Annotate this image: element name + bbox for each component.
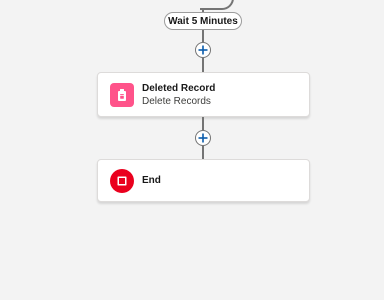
flow-node-delete-records[interactable]: Deleted Record Delete Records [97,72,310,117]
wait-element-label[interactable]: Wait 5 Minutes [164,12,242,30]
connector-line [202,30,204,42]
stop-icon [110,168,134,193]
node-type-label: Delete Records [142,95,211,107]
connector-line [202,146,204,159]
delete-records-icon [110,82,134,107]
connector-line [202,58,204,72]
connector-curve [200,0,234,10]
flow-node-end[interactable]: End [97,159,310,202]
node-title: Deleted Record [142,82,216,94]
wait-element-text: Wait 5 Minutes [168,15,238,27]
add-element-button[interactable] [195,130,211,146]
flow-canvas[interactable]: Wait 5 Minutes Deleted Record Delete Rec… [0,0,384,300]
node-title: End [142,175,161,186]
add-element-button[interactable] [195,42,211,58]
connector-line [202,117,204,130]
plus-icon [198,45,208,55]
plus-icon [198,133,208,143]
